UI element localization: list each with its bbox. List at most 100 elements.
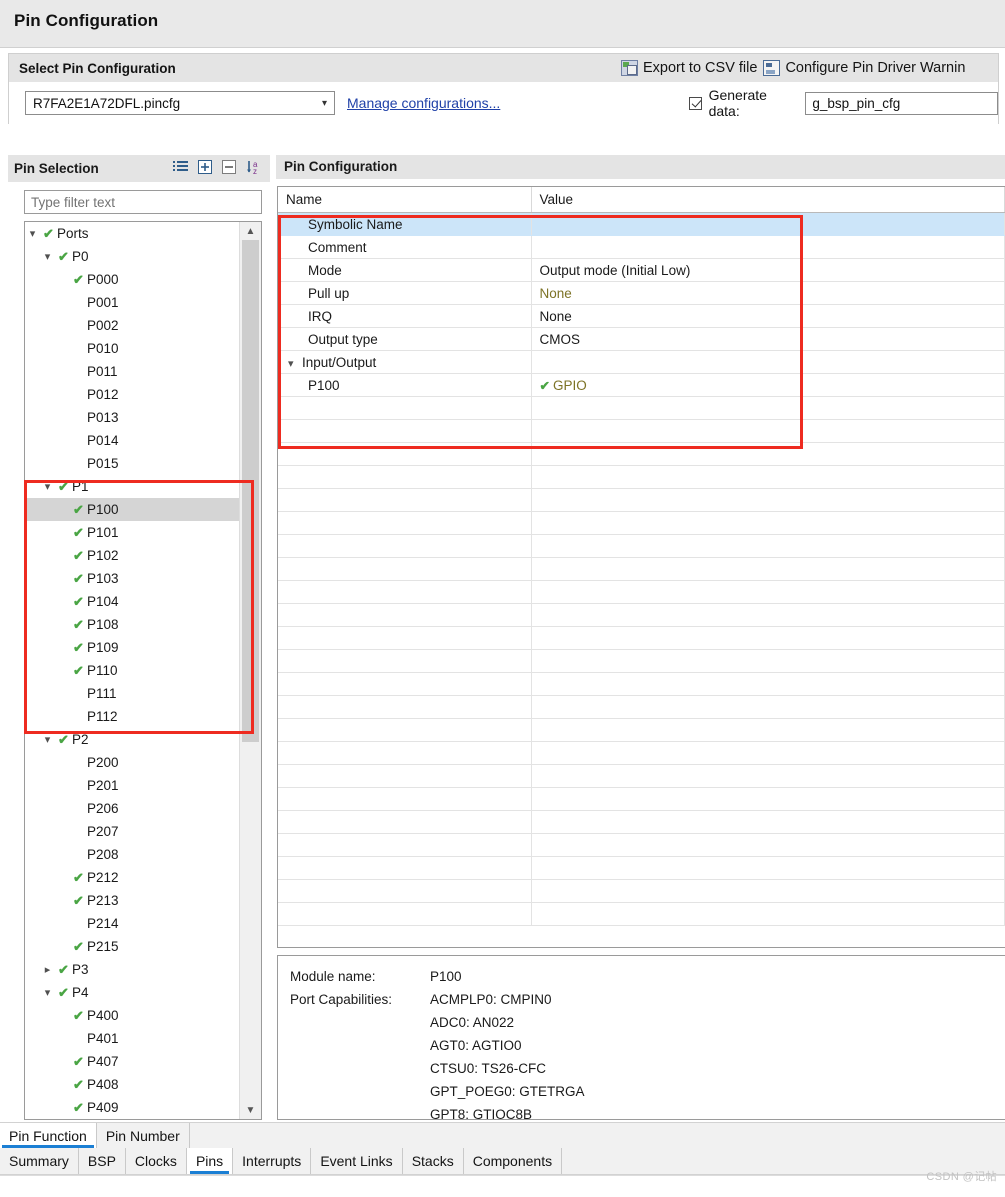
chevron-down-icon[interactable]: ▾ [25,227,40,240]
table-row-empty[interactable] [278,879,1005,904]
tree-item-p012[interactable]: P012 [25,383,239,406]
generate-data-input[interactable]: g_bsp_pin_cfg [805,91,998,115]
cell-value[interactable]: CMOS [531,327,1005,352]
table-row[interactable]: ▾ Input/Output [278,350,1005,375]
table-row-empty[interactable] [278,718,1005,743]
tree-item-p400[interactable]: ✔ P400 [25,1004,239,1027]
table-row-empty[interactable] [278,442,1005,467]
table-row[interactable]: Comment [278,235,1005,260]
cell-value[interactable] [531,212,1005,237]
tree-item-p104[interactable]: ✔ P104 [25,590,239,613]
collapse-all-icon[interactable] [222,160,236,177]
table-row-empty[interactable] [278,649,1005,674]
table-row-empty[interactable] [278,626,1005,651]
tab-bsp[interactable]: BSP [78,1148,126,1174]
tree-item-p108[interactable]: ✔ P108 [25,613,239,636]
scroll-up-icon[interactable]: ▲ [240,222,261,240]
chevron-down-icon[interactable]: ▾ [40,733,55,746]
tree-item-p207[interactable]: P207 [25,820,239,843]
tab-event-links[interactable]: Event Links [311,1148,403,1174]
table-row-empty[interactable] [278,672,1005,697]
tree-item-p103[interactable]: ✔ P103 [25,567,239,590]
tree-item-p010[interactable]: P010 [25,337,239,360]
tree-item-p407[interactable]: ✔ P407 [25,1050,239,1073]
tree-item-p112[interactable]: P112 [25,705,239,728]
tree-item-p0[interactable]: ▾ ✔ P0 [25,245,239,268]
table-row-empty[interactable] [278,764,1005,789]
table-row-empty[interactable] [278,465,1005,490]
cell-value[interactable] [531,350,1005,375]
tab-summary[interactable]: Summary [0,1148,79,1174]
column-header-value[interactable]: Value [531,186,1005,214]
table-row-empty[interactable] [278,787,1005,812]
table-row[interactable]: Pull up None [278,281,1005,306]
tree-item-p001[interactable]: P001 [25,291,239,314]
table-row-empty[interactable] [278,488,1005,513]
table-row[interactable]: Symbolic Name [278,212,1005,237]
tab-pin-function[interactable]: Pin Function [0,1123,97,1148]
table-row-empty[interactable] [278,695,1005,720]
tree-item-p4[interactable]: ▾ ✔ P4 [25,981,239,1004]
cell-value[interactable] [531,235,1005,260]
cell-value[interactable]: Output mode (Initial Low) [531,258,1005,283]
chevron-down-icon[interactable]: ▾ [40,480,55,493]
table-row-empty[interactable] [278,741,1005,766]
table-row[interactable]: Output type CMOS [278,327,1005,352]
chevron-down-icon[interactable]: ▾ [40,986,55,999]
tree-item-p208[interactable]: P208 [25,843,239,866]
configure-pin-driver-warnings-button[interactable]: Configure Pin Driver Warnin [763,60,965,76]
scrollbar-thumb[interactable] [242,240,259,742]
tree-item-p212[interactable]: ✔ P212 [25,866,239,889]
table-row-empty[interactable] [278,511,1005,536]
tree-item-p000[interactable]: ✔ P000 [25,268,239,291]
table-row-empty[interactable] [278,396,1005,421]
column-header-name[interactable]: Name [278,186,532,214]
table-row-empty[interactable] [278,419,1005,444]
scroll-down-icon[interactable]: ▼ [240,1101,261,1119]
sort-az-icon[interactable]: a z [246,160,262,178]
export-to-csv-button[interactable]: Export to CSV file [621,60,757,76]
table-row-empty[interactable] [278,557,1005,582]
tree-item-p102[interactable]: ✔ P102 [25,544,239,567]
tab-interrupts[interactable]: Interrupts [233,1148,312,1174]
tree-item-p3[interactable]: ▸ ✔ P3 [25,958,239,981]
tab-pins[interactable]: Pins [186,1148,234,1174]
cell-value[interactable]: None [531,304,1005,329]
list-icon[interactable] [173,160,188,177]
table-row-empty[interactable] [278,534,1005,559]
tree-item-p214[interactable]: P214 [25,912,239,935]
tree-item-p011[interactable]: P011 [25,360,239,383]
tree-item-p200[interactable]: P200 [25,751,239,774]
expand-all-icon[interactable] [198,160,212,177]
tab-clocks[interactable]: Clocks [125,1148,187,1174]
manage-configurations-link[interactable]: Manage configurations... [347,95,500,111]
chevron-down-icon[interactable]: ▾ [40,250,55,263]
tree-item-p408[interactable]: ✔ P408 [25,1073,239,1096]
tree-item-p409[interactable]: ✔ P409 [25,1096,239,1119]
tree-item-p213[interactable]: ✔ P213 [25,889,239,912]
chevron-right-icon[interactable]: ▸ [40,963,55,976]
tree-item-p101[interactable]: ✔ P101 [25,521,239,544]
table-row[interactable]: P100 ✔ GPIO [278,373,1005,398]
tree-item-p109[interactable]: ✔ P109 [25,636,239,659]
table-row-empty[interactable] [278,833,1005,858]
pin-configuration-select[interactable]: R7FA2E1A72DFL.pincfg ▾ [25,91,335,115]
tree-item-p111[interactable]: P111 [25,682,239,705]
filter-input[interactable]: Type filter text [24,190,262,214]
tab-components[interactable]: Components [463,1148,563,1174]
tree-item-p013[interactable]: P013 [25,406,239,429]
tree-item-p002[interactable]: P002 [25,314,239,337]
table-row-empty[interactable] [278,810,1005,835]
tree-item-p1[interactable]: ▾ ✔ P1 [25,475,239,498]
tree-item-p215[interactable]: ✔ P215 [25,935,239,958]
tree-item-p014[interactable]: P014 [25,429,239,452]
tree-item-p2[interactable]: ▾ ✔ P2 [25,728,239,751]
table-row-empty[interactable] [278,603,1005,628]
tree-item-p206[interactable]: P206 [25,797,239,820]
cell-value[interactable]: ✔ GPIO [531,373,1005,398]
chevron-down-icon[interactable]: ▾ [288,357,302,370]
tree-item-p110[interactable]: ✔ P110 [25,659,239,682]
tab-stacks[interactable]: Stacks [402,1148,464,1174]
table-row-empty[interactable] [278,580,1005,605]
tree-item-p015[interactable]: P015 [25,452,239,475]
